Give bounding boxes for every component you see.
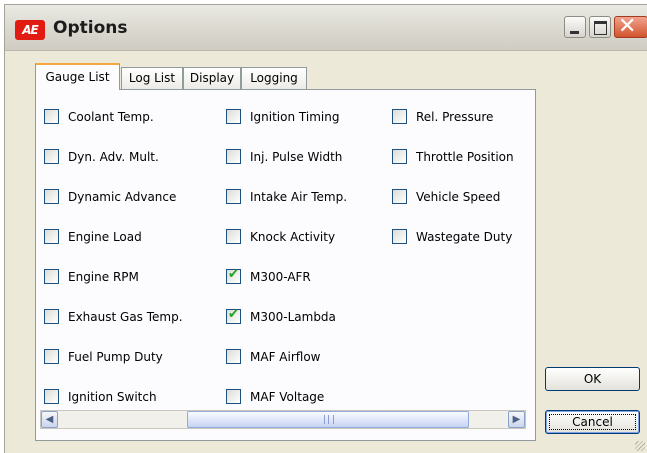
checkbox-label: Vehicle Speed	[416, 190, 501, 204]
checkbox[interactable]	[226, 349, 241, 364]
close-icon: ✕	[618, 14, 637, 39]
chevron-left-icon: ◀	[45, 414, 54, 425]
checkbox[interactable]	[226, 189, 241, 204]
checkmark-icon: ✔	[228, 307, 239, 322]
checkbox[interactable]	[226, 389, 241, 404]
grip-icon	[324, 415, 334, 424]
horizontal-scrollbar[interactable]: ◀ ▶	[40, 410, 526, 429]
tab-log-list[interactable]: Log List	[121, 67, 183, 89]
checkbox-label: Rel. Pressure	[416, 110, 494, 124]
cancel-button[interactable]: Cancel	[545, 410, 640, 434]
checkbox-label: Throttle Position	[416, 150, 514, 164]
checkbox-label: Intake Air Temp.	[250, 190, 348, 204]
checkbox-label: Dyn. Adv. Mult.	[68, 150, 159, 164]
checkbox[interactable]	[392, 189, 407, 204]
scroll-right-button[interactable]: ▶	[508, 411, 525, 428]
focus-rect	[549, 414, 636, 430]
checkbox-label: Ignition Switch	[68, 390, 157, 404]
ok-button[interactable]: OK	[545, 367, 640, 391]
checkbox[interactable]: ✔	[226, 307, 241, 324]
checkbox-label: Coolant Temp.	[68, 110, 154, 124]
gauge-list-panel: Coolant Temp. Dyn. Adv. Mult. Dynamic Adva…	[35, 89, 536, 441]
checkbox-label: Engine RPM	[68, 270, 139, 284]
title-bar[interactable]: AE Options ✕	[5, 5, 647, 51]
checkbox[interactable]	[44, 149, 59, 164]
checkbox-label: MAF Airflow	[250, 350, 321, 364]
tab-logging[interactable]: Logging	[241, 67, 307, 89]
checkbox-label: Ignition Timing	[250, 110, 340, 124]
checkbox[interactable]	[44, 309, 59, 324]
maximize-button[interactable]	[589, 16, 611, 38]
checkbox[interactable]	[226, 229, 241, 244]
window-title: Options	[53, 18, 128, 38]
checkbox-label: Wastegate Duty	[416, 230, 513, 244]
checkbox-label: Exhaust Gas Temp.	[68, 310, 183, 324]
checkbox-label: Fuel Pump Duty	[68, 350, 163, 364]
close-button[interactable]: ✕	[614, 14, 647, 39]
checkbox-label: M300-AFR	[250, 270, 311, 284]
app-logo-icon: AE	[15, 20, 45, 40]
checkbox[interactable]	[226, 149, 241, 164]
chevron-right-icon: ▶	[512, 414, 521, 425]
minimize-button[interactable]	[564, 16, 586, 38]
checkbox[interactable]	[392, 229, 407, 244]
checkbox-label: Knock Activity	[250, 230, 336, 244]
checkbox[interactable]	[44, 189, 59, 204]
checkbox[interactable]	[44, 229, 59, 244]
scrollbar-thumb[interactable]	[187, 411, 469, 428]
checkbox-label: Engine Load	[68, 230, 142, 244]
options-window: AE Options ✕ Gauge List Log List Display…	[4, 4, 647, 453]
scroll-left-button[interactable]: ◀	[41, 411, 58, 428]
checkbox-label: Dynamic Advance	[68, 190, 177, 204]
checkbox[interactable]	[392, 109, 407, 124]
checkbox[interactable]	[44, 109, 59, 124]
gauge-checkbox-grid: Coolant Temp. Dyn. Adv. Mult. Dynamic Adva…	[36, 90, 516, 406]
resize-grip-icon[interactable]	[635, 441, 645, 451]
tab-gauge-list[interactable]: Gauge List	[35, 63, 120, 90]
checkbox[interactable]	[44, 349, 59, 364]
checkbox-label: MAF Voltage	[250, 390, 325, 404]
checkbox[interactable]	[392, 149, 407, 164]
checkbox-label: M300-Lambda	[250, 310, 336, 324]
checkbox[interactable]	[226, 109, 241, 124]
checkbox[interactable]	[44, 389, 59, 404]
checkbox[interactable]: ✔	[226, 267, 241, 284]
tab-display[interactable]: Display	[183, 67, 241, 89]
checkbox-label: Inj. Pulse Width	[250, 150, 343, 164]
checkbox[interactable]	[44, 269, 59, 284]
checkmark-icon: ✔	[228, 267, 239, 282]
